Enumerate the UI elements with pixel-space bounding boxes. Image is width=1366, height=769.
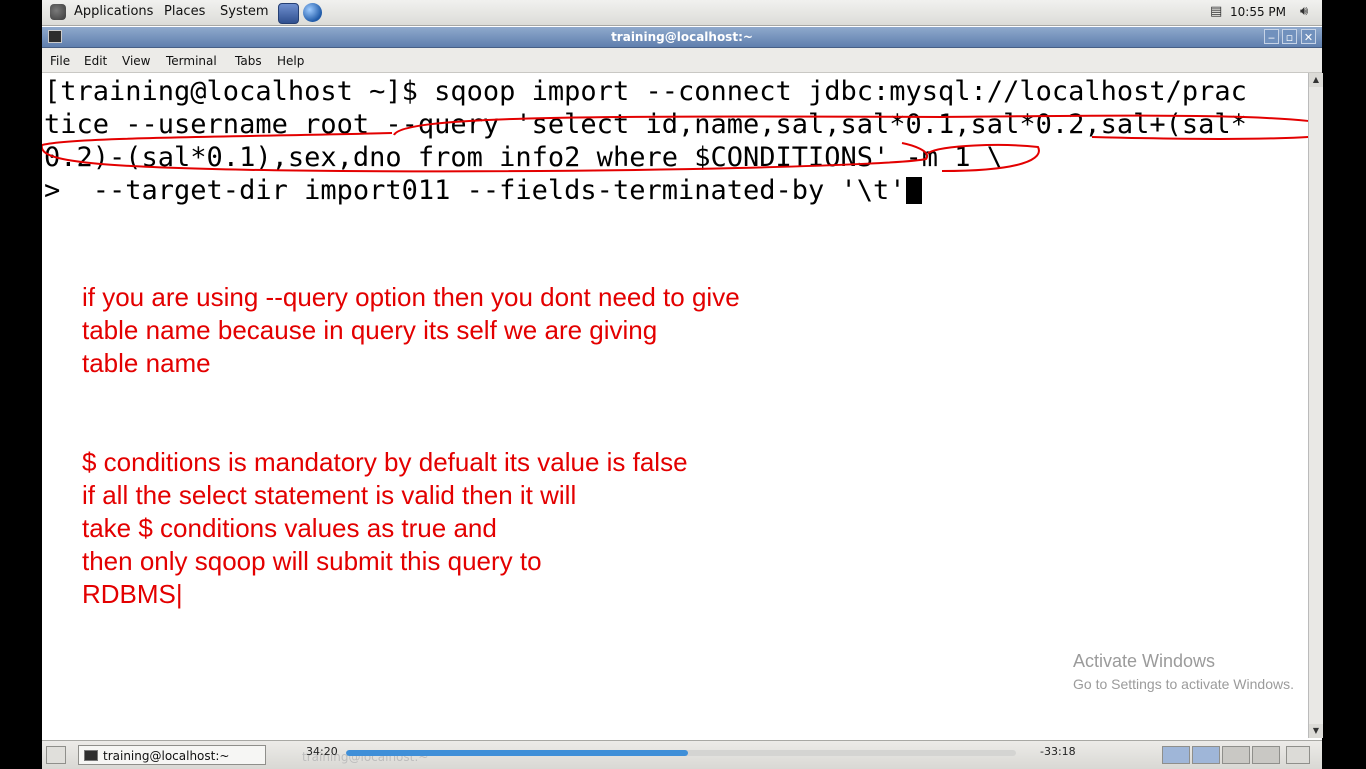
annotation-line: $ conditions is mandatory by defualt its…: [82, 447, 688, 477]
text-editor-launcher-icon[interactable]: [278, 3, 299, 24]
maximize-button[interactable]: ▫: [1282, 29, 1297, 44]
taskbar-window-label: training@localhost:~: [103, 749, 230, 763]
annotation-query-option: if you are using --query option then you…: [82, 281, 740, 380]
volume-icon[interactable]: 🔊︎: [1300, 4, 1308, 19]
annotation-conditions: $ conditions is mandatory by defualt its…: [82, 446, 688, 611]
highlight-stroke-mapper: [927, 144, 1040, 172]
window-titlebar[interactable]: training@localhost:~ ‒ ▫ ✕: [42, 27, 1322, 48]
taskbar-window-button[interactable]: training@localhost:~: [78, 745, 266, 765]
web-browser-launcher-icon[interactable]: [303, 3, 322, 22]
gnome-foot-icon[interactable]: [50, 4, 66, 20]
network-icon[interactable]: ▤: [1210, 4, 1222, 19]
top-panel: Applications Places System ▤ 10:55 PM 🔊︎: [42, 0, 1322, 26]
annotation-line: table name because in query its self we …: [82, 315, 658, 345]
show-desktop-icon[interactable]: [46, 746, 66, 764]
system-menu[interactable]: System: [220, 4, 268, 19]
trash-icon[interactable]: [1286, 746, 1310, 764]
places-menu[interactable]: Places: [164, 4, 205, 19]
video-remaining-time: -33:18: [1040, 745, 1076, 758]
menu-help[interactable]: Help: [277, 54, 304, 68]
window-title: training@localhost:~: [611, 30, 753, 44]
annotation-line: table name: [82, 348, 211, 378]
video-progress-bar[interactable]: [346, 750, 1016, 756]
close-button[interactable]: ✕: [1301, 29, 1316, 44]
menu-edit[interactable]: Edit: [84, 54, 107, 68]
annotation-line: if you are using --query option then you…: [82, 282, 740, 312]
workspace-4[interactable]: [1252, 746, 1280, 764]
panel-clock[interactable]: 10:55 PM: [1230, 5, 1286, 19]
scroll-up-icon[interactable]: ▲: [1309, 73, 1323, 87]
terminal-output[interactable]: [training@localhost ~]$ sqoop import --c…: [42, 73, 1308, 738]
highlight-strokes: [42, 114, 1308, 173]
terminal-menubar: File Edit View Terminal Tabs Help: [42, 48, 1322, 73]
annotation-line: if all the select statement is valid the…: [82, 480, 577, 510]
video-progress-fill: [346, 750, 688, 756]
annotation-line: then only sqoop will submit this query t…: [82, 546, 542, 576]
menu-tabs[interactable]: Tabs: [235, 54, 262, 68]
activate-windows-subtitle: Go to Settings to activate Windows.: [1073, 676, 1294, 692]
annotation-line: RDBMS|: [82, 579, 183, 609]
minimize-button[interactable]: ‒: [1264, 29, 1279, 44]
terminal-scrollbar[interactable]: ▲ ▼: [1308, 73, 1323, 738]
applications-menu[interactable]: Applications: [74, 4, 153, 19]
terminal-icon: [84, 750, 98, 761]
menu-view[interactable]: View: [122, 54, 150, 68]
menu-file[interactable]: File: [50, 54, 70, 68]
activate-windows-title: Activate Windows: [1073, 651, 1216, 671]
workspace-1[interactable]: [1162, 746, 1190, 764]
bottom-taskbar: training@localhost:~ training@localhost:…: [42, 740, 1322, 769]
scroll-down-icon[interactable]: ▼: [1309, 724, 1323, 738]
menu-terminal[interactable]: Terminal: [166, 54, 217, 68]
desktop-screen: Applications Places System ▤ 10:55 PM 🔊︎…: [42, 0, 1323, 769]
highlight-stroke-select: [42, 132, 929, 173]
annotation-line: take $ conditions values as true and: [82, 513, 497, 543]
highlight-stroke-query: [393, 114, 1308, 140]
workspace-3[interactable]: [1222, 746, 1250, 764]
video-elapsed-time: 34:20: [306, 745, 338, 758]
workspace-2[interactable]: [1192, 746, 1220, 764]
